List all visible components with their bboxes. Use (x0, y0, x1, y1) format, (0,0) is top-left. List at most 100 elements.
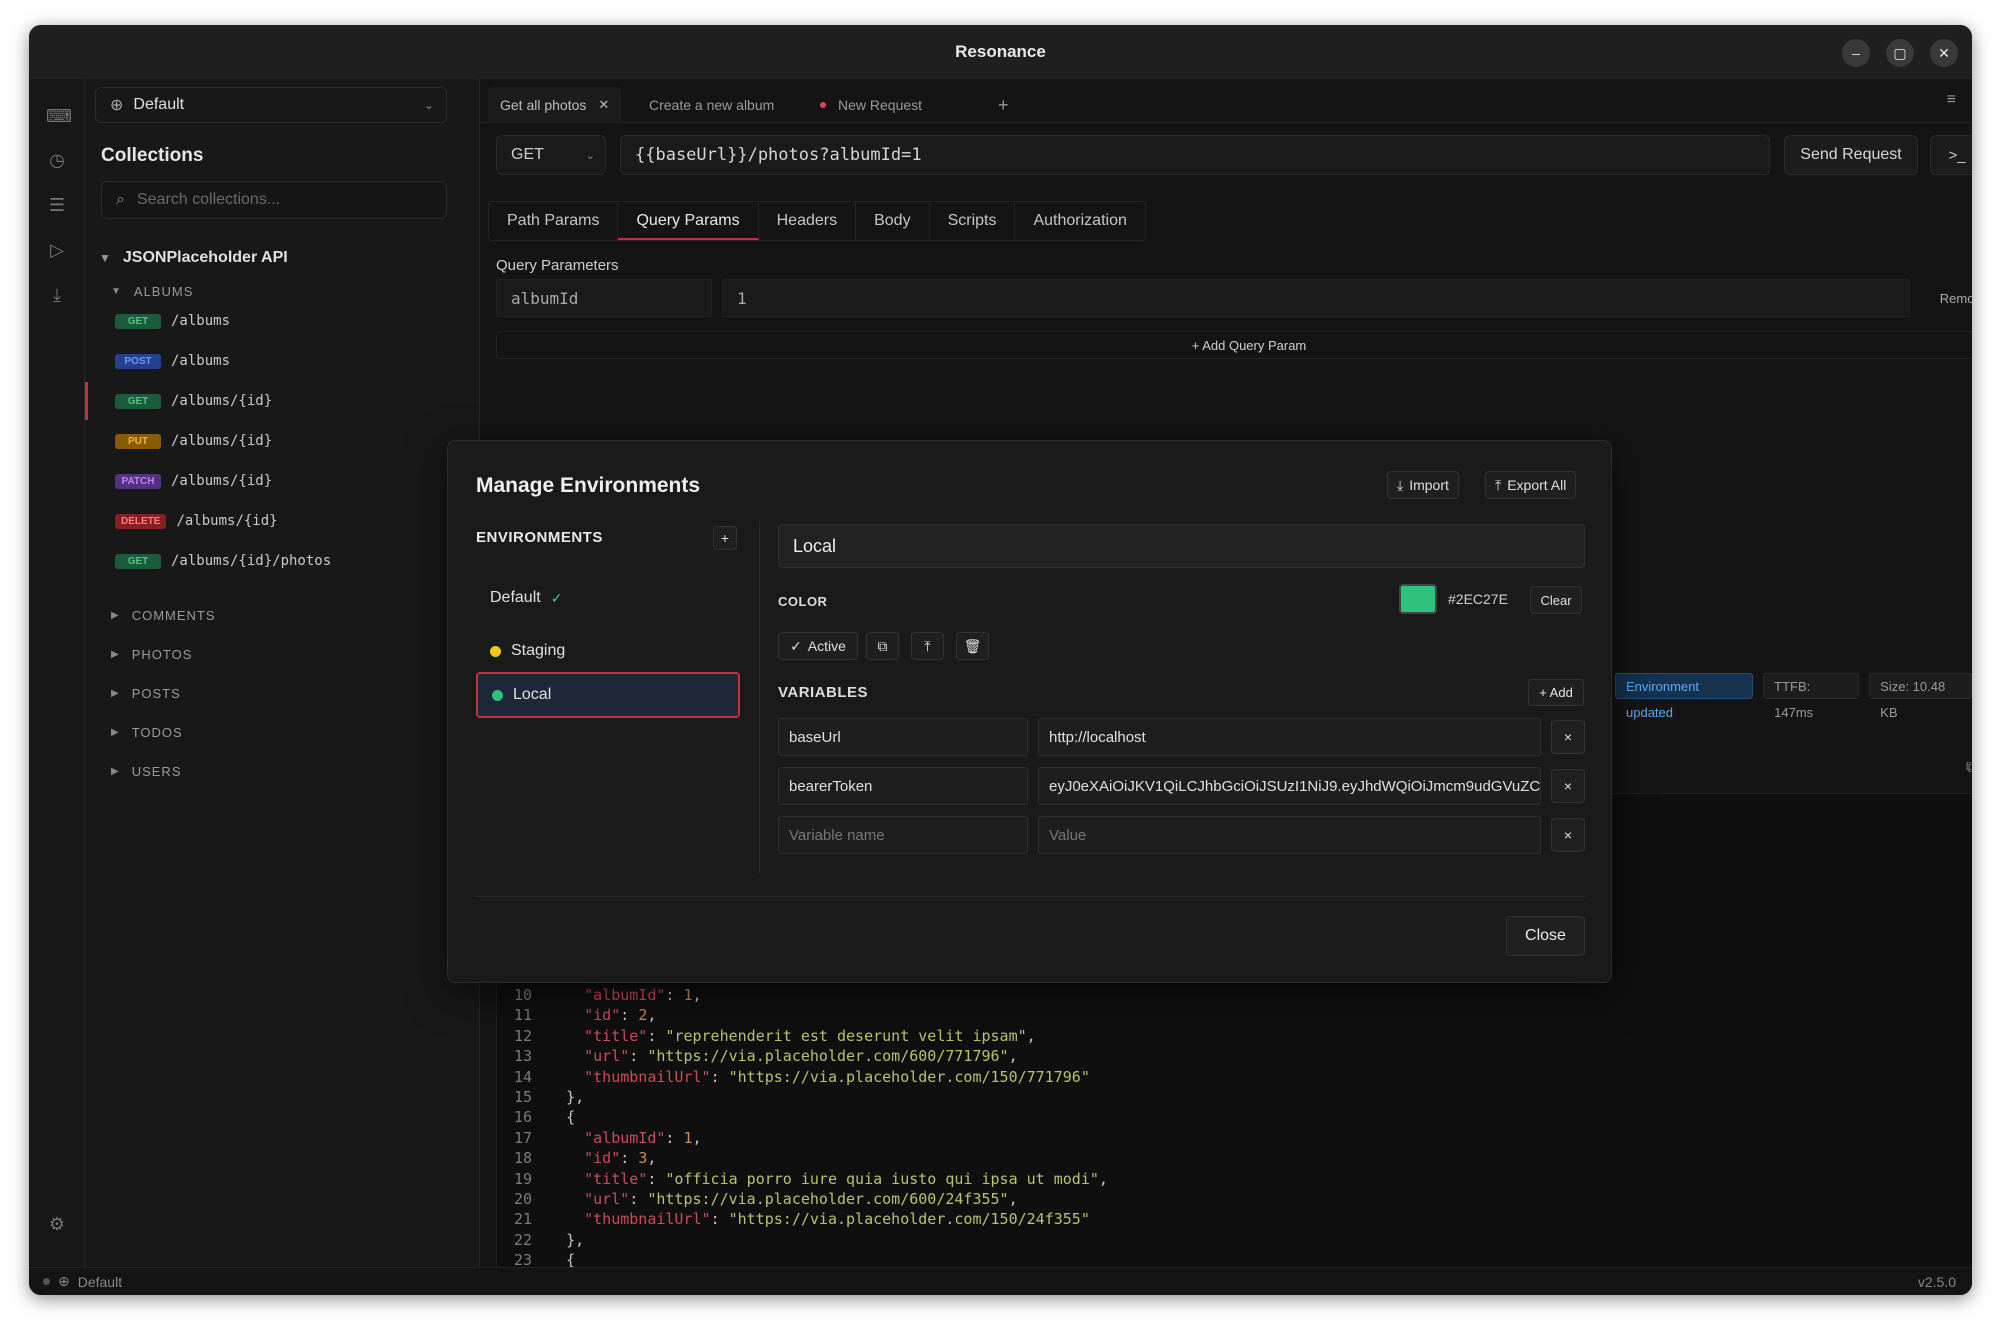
folder-todos[interactable]: ▶ TODOS (111, 725, 183, 740)
clear-color-button[interactable]: Clear (1530, 586, 1582, 614)
minimize-icon[interactable]: – (1842, 39, 1870, 67)
folder-users[interactable]: ▶ USERS (111, 764, 182, 779)
tab-body[interactable]: Body (856, 202, 930, 240)
run-icon[interactable]: ▷ (46, 239, 68, 261)
url-bar: GET ⌄ {{baseUrl}}/photos?albumId=1 Send … (496, 135, 1972, 179)
export-all-button[interactable]: ⤒ Export All (1485, 471, 1577, 499)
request-item[interactable]: PUT /albums/{id} (115, 427, 272, 455)
remove-query-param-button[interactable]: Remove (1924, 279, 1972, 317)
query-params-title: Query Parameters (496, 257, 619, 274)
close-button[interactable]: Close (1506, 916, 1585, 956)
add-query-param-button[interactable]: + Add Query Param (496, 331, 1972, 359)
query-param-value-input[interactable]: 1 (722, 279, 1910, 317)
size-badge: Size: 10.48 KB (1869, 673, 1972, 720)
request-item[interactable]: DELETE /albums/{id} (115, 507, 278, 535)
import-button[interactable]: ⤓ Import (1387, 471, 1459, 499)
environment-selector[interactable]: ⊕ Default ⌄ (95, 87, 447, 123)
folder-comments[interactable]: ▶ COMMENTS (111, 608, 216, 623)
close-icon[interactable]: ✕ (1930, 39, 1958, 67)
menu-icon[interactable]: ≡ (1947, 91, 1956, 109)
environment-item-default[interactable]: Default ✓ (476, 575, 740, 621)
tab-query-params[interactable]: Query Params (618, 202, 759, 240)
tab-path-params[interactable]: Path Params (489, 202, 619, 240)
environment-item-staging[interactable]: Staging (476, 628, 740, 674)
json-value: 1 (683, 986, 693, 1004)
maximize-icon[interactable]: ▢ (1886, 39, 1914, 67)
export-icon[interactable]: ⤒ (911, 632, 944, 660)
settings-icon[interactable]: ⚙ (46, 1213, 68, 1235)
variable-value-placeholder: Value (1049, 826, 1087, 844)
export-icon: ⤒ (1495, 476, 1502, 493)
line-number: 20 (513, 1190, 532, 1209)
tab-new-request[interactable]: New Request (808, 87, 934, 123)
ttfb-badge: TTFB: 147ms (1763, 673, 1860, 720)
environment-item-local[interactable]: Local (476, 672, 740, 718)
history-icon[interactable]: ◷ (46, 149, 68, 171)
variable-value: eyJ0eXAiOiJKV1QiLCJhbGciOiJSUzI1NiJ9.eyJ… (1049, 777, 1541, 795)
variable-key: baseUrl (789, 728, 841, 746)
variable-key-input[interactable]: bearerToken (778, 767, 1028, 805)
active-label: Active (807, 638, 846, 654)
keyboard-icon[interactable]: ⌨ (46, 105, 72, 127)
copy-icon[interactable]: ⧉ (1966, 759, 1972, 777)
environment-name-value: Local (793, 535, 837, 556)
variable-key-input[interactable]: baseUrl (778, 718, 1028, 756)
duplicate-icon[interactable]: ⧉ (866, 632, 899, 660)
method-badge: GET (115, 313, 161, 329)
new-variable-value-input[interactable]: Value (1038, 816, 1541, 854)
download-icon[interactable]: ⤓ (46, 284, 68, 306)
request-item[interactable]: GET /albums/{id}/photos (115, 547, 331, 575)
terminal-button[interactable]: >_ (1930, 135, 1972, 175)
trash-icon[interactable]: 🗑 (956, 632, 989, 660)
json-value: 2 (638, 1006, 648, 1025)
send-request-button[interactable]: Send Request (1784, 135, 1918, 175)
line-number: 19 (513, 1169, 532, 1188)
status-environment[interactable]: ⊕ Default (43, 1273, 122, 1290)
folder-posts[interactable]: ▶ POSTS (111, 686, 181, 701)
url-value: {{baseUrl}}/photos?albumId=1 (635, 145, 922, 165)
code-punct: }, (566, 1230, 585, 1249)
caret-right-icon: ▶ (111, 688, 120, 699)
window-controls: – ▢ ✕ (1842, 39, 1958, 67)
collection-root[interactable]: ▼ JSONPlaceholder API (99, 249, 288, 267)
color-swatch[interactable] (1399, 584, 1437, 614)
active-toggle-button[interactable]: ✓ Active (778, 632, 858, 660)
tab-authorization[interactable]: Authorization (1015, 202, 1144, 240)
delete-variable-icon[interactable]: × (1551, 769, 1585, 803)
close-tab-icon[interactable]: ✕ (598, 97, 609, 113)
request-item[interactable]: POST /albums (115, 347, 230, 375)
variable-value-input[interactable]: http://localhost (1038, 718, 1541, 756)
tab-scripts[interactable]: Scripts (930, 202, 1016, 240)
json-key: "albumId" (584, 1128, 666, 1147)
method-badge: PATCH (115, 473, 161, 489)
request-item[interactable]: GET /albums (115, 307, 230, 335)
request-item[interactable]: GET /albums/{id} (115, 387, 272, 415)
environment-selector-label: Default (133, 96, 185, 113)
request-item[interactable]: PATCH /albums/{id} (115, 467, 272, 495)
url-input[interactable]: {{baseUrl}}/photos?albumId=1 (620, 135, 1770, 175)
query-param-key-input[interactable]: albumId (496, 279, 712, 317)
globe-icon: ⊕ (110, 97, 124, 114)
tab-headers[interactable]: Headers (759, 202, 857, 240)
delete-variable-icon[interactable]: × (1551, 720, 1585, 754)
new-variable-name-input[interactable]: Variable name (778, 816, 1028, 854)
code-punct: { (566, 1108, 576, 1127)
tab-get-all-photos[interactable]: Get all photos ✕ (488, 87, 622, 123)
folder-photos[interactable]: ▶ PHOTOS (111, 647, 192, 662)
variable-value-input[interactable]: eyJ0eXAiOiJKV1QiLCJhbGciOiJSUzI1NiJ9.eyJ… (1038, 767, 1541, 805)
tab-create-album[interactable]: Create a new album (637, 87, 786, 123)
search-placeholder: Search collections... (136, 191, 281, 208)
add-variable-button[interactable]: + Add (1528, 679, 1584, 706)
environment-name-input[interactable]: Local (778, 524, 1585, 568)
folder-albums[interactable]: ▼ ALBUMS (111, 284, 193, 299)
code-line: 22 }, (496, 1230, 1496, 1250)
method-select[interactable]: GET ⌄ (496, 135, 606, 175)
search-collections-input[interactable]: ⌕ Search collections... (101, 181, 447, 219)
json-key: "albumId" (584, 986, 666, 1004)
environment-color-dot (490, 645, 501, 657)
new-tab-button[interactable]: + (986, 87, 1021, 123)
add-environment-button[interactable]: + (713, 526, 737, 550)
delete-variable-icon[interactable]: × (1551, 818, 1585, 852)
code-line: 17 "albumId": 1, (496, 1128, 1496, 1148)
collections-icon[interactable]: ☰ (46, 194, 68, 216)
